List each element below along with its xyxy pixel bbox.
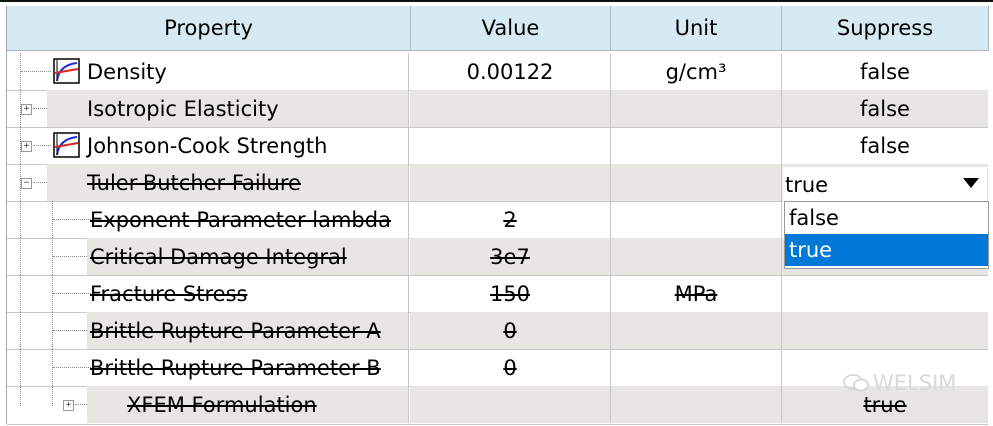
suppress-cell[interactable] (782, 275, 988, 312)
unit-cell[interactable]: MPa (611, 275, 782, 312)
unit-cell[interactable] (611, 312, 782, 349)
unit-cell[interactable] (611, 386, 782, 423)
table-row[interactable]: + Johnson-Cook Strength false (7, 127, 988, 165)
table-row[interactable]: Brittle Rupture Parameter A 0 (7, 312, 988, 350)
value-cell[interactable]: 0.00122 (410, 53, 611, 90)
expand-icon[interactable]: + (21, 104, 32, 115)
unit-cell[interactable] (611, 238, 782, 275)
dropdown-list: false true (784, 201, 989, 269)
property-name: Brittle Rupture Parameter A (87, 312, 409, 349)
table-row[interactable]: Brittle Rupture Parameter B 0 (7, 349, 988, 387)
table-row[interactable]: Fracture Stress 150 MPa (7, 275, 988, 313)
table-row[interactable]: + Isotropic Elasticity false (7, 90, 988, 128)
property-name: Critical Damage Integral (87, 238, 409, 275)
dropdown-option-false[interactable]: false (785, 202, 988, 234)
property-name: Exponent Parameter lambda (7, 201, 409, 238)
unit-cell[interactable] (611, 349, 782, 386)
value-cell[interactable] (410, 90, 611, 127)
chat-bubble-icon (843, 374, 869, 392)
property-name: Fracture Stress (7, 275, 409, 312)
value-cell[interactable]: 0 (410, 349, 611, 386)
value-cell[interactable]: 150 (410, 275, 611, 312)
property-name: Density (7, 53, 409, 90)
table-row[interactable]: Density 0.00122 g/cm³ false (7, 53, 988, 91)
unit-cell[interactable] (611, 90, 782, 127)
suppress-dropdown[interactable]: true (783, 167, 987, 203)
watermark: WELSIM (843, 371, 956, 395)
property-name: Johnson-Cook Strength (7, 127, 409, 164)
value-cell[interactable]: 3e7 (410, 238, 611, 275)
dropdown-arrow-icon[interactable] (963, 178, 979, 188)
suppress-cell[interactable]: false (782, 90, 988, 127)
dropdown-current-value: true (785, 173, 829, 197)
dropdown-option-true[interactable]: true (785, 234, 988, 266)
unit-cell[interactable] (611, 201, 782, 238)
value-cell[interactable] (410, 127, 611, 164)
value-cell[interactable] (410, 164, 611, 201)
value-cell[interactable]: 2 (410, 201, 611, 238)
suppress-cell[interactable] (782, 312, 988, 349)
table-row[interactable]: + XFEM Formulation true (7, 386, 988, 425)
suppress-cell[interactable]: false (782, 127, 988, 164)
suppress-cell[interactable]: false (782, 53, 988, 90)
unit-cell[interactable] (611, 127, 782, 164)
collapse-icon[interactable]: − (21, 178, 32, 189)
property-name: Brittle Rupture Parameter B (7, 349, 409, 386)
property-name: Tuler-Butcher Failure (47, 164, 409, 201)
unit-cell[interactable]: g/cm³ (611, 53, 782, 90)
value-cell[interactable] (410, 386, 611, 423)
property-name: Isotropic Elasticity (47, 90, 409, 127)
property-name: XFEM Formulation (87, 386, 409, 423)
expand-icon[interactable]: + (63, 400, 74, 411)
unit-cell[interactable] (611, 164, 782, 201)
value-cell[interactable]: 0 (410, 312, 611, 349)
